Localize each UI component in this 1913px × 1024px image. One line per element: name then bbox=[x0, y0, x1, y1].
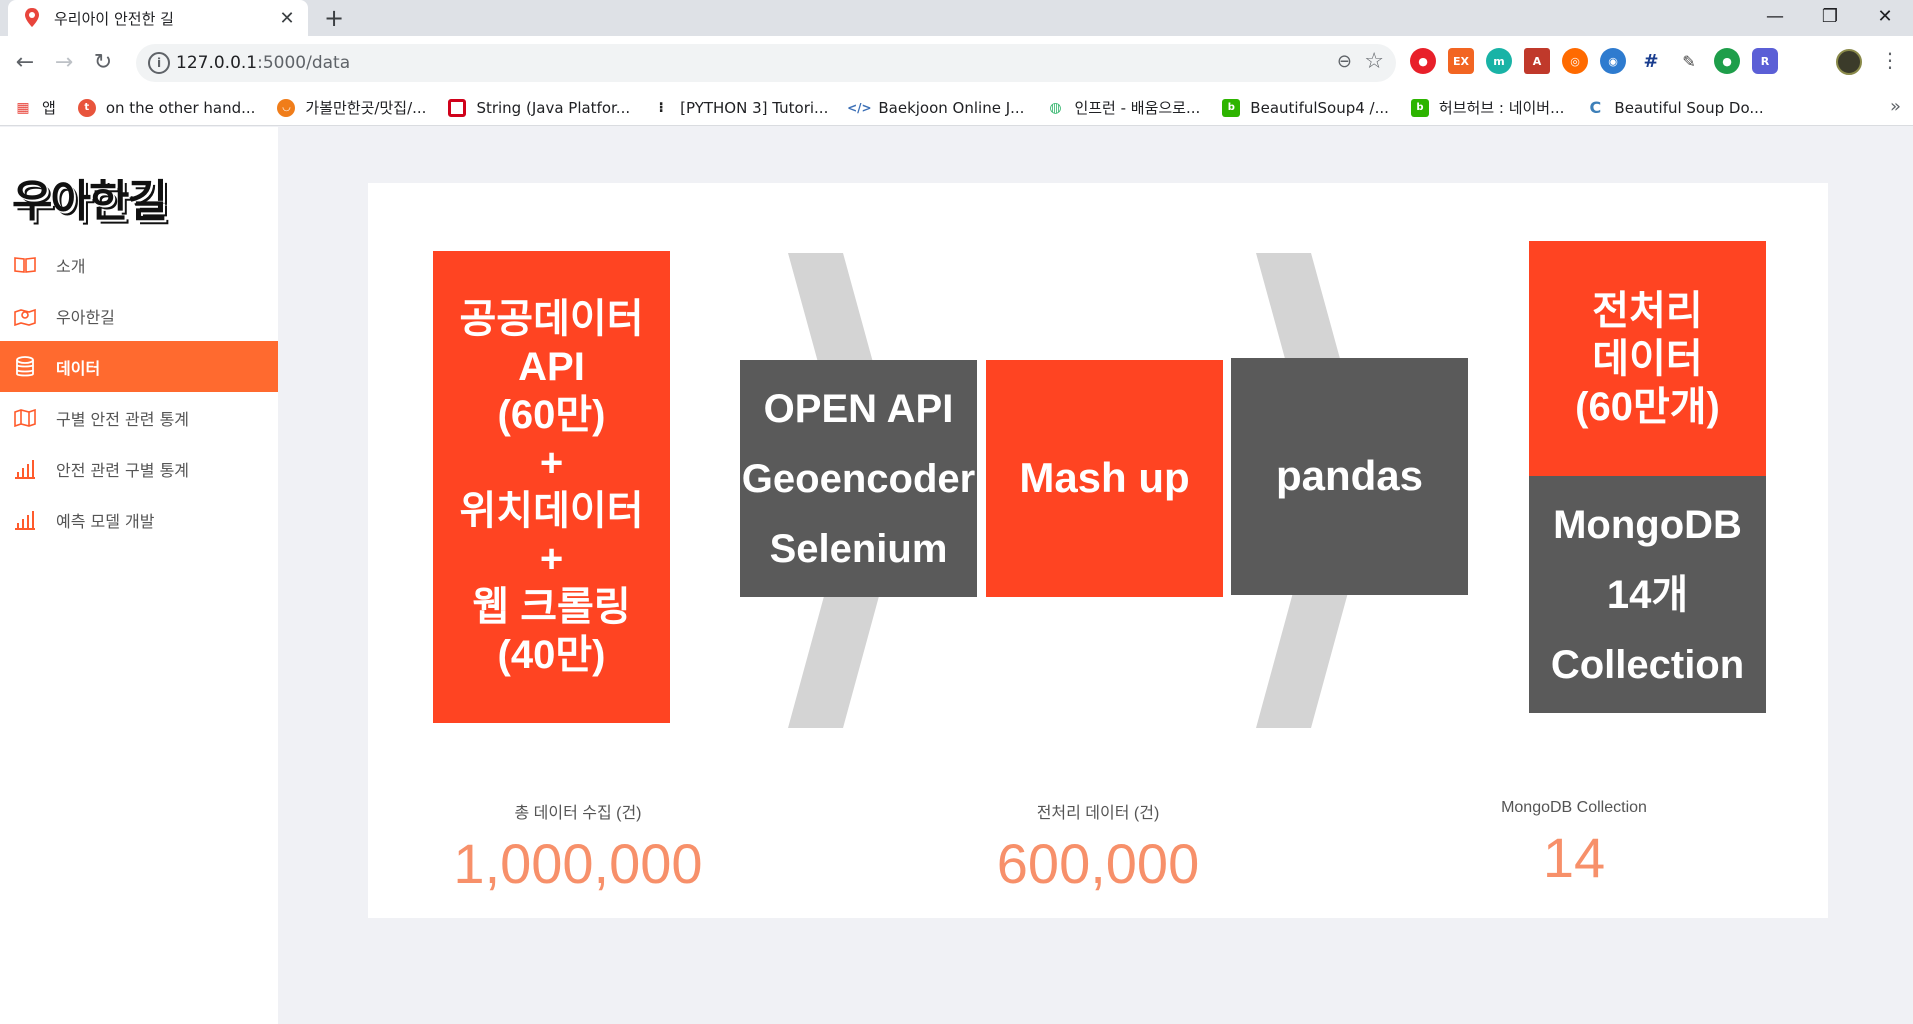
bookmark-item[interactable]: ▦ 앱 bbox=[14, 97, 55, 118]
minimize-icon[interactable]: — bbox=[1748, 0, 1802, 32]
bookmark-favicon-icon: ⁝ bbox=[658, 99, 664, 116]
blog-icon: b bbox=[1222, 98, 1241, 117]
browser-toolbar: ← → ↻ i 127.0.0.1:5000/data ⊖ ☆ ● EX m A… bbox=[0, 36, 1913, 90]
sidebar-item-intro[interactable]: 소개 bbox=[0, 239, 278, 290]
extension-chat-icon[interactable]: ● bbox=[1714, 48, 1740, 74]
bookmarks-overflow-icon[interactable]: » bbox=[1890, 96, 1901, 117]
extension-o-icon[interactable]: ◎ bbox=[1562, 48, 1588, 74]
stat-value: 600,000 bbox=[996, 832, 1200, 895]
bar-chart-icon bbox=[14, 509, 36, 531]
sidebar-item-data[interactable]: 데이터 bbox=[0, 341, 278, 392]
database-icon bbox=[14, 355, 36, 378]
extension-r-icon[interactable]: R bbox=[1752, 48, 1778, 74]
stat-value: 14 bbox=[1542, 826, 1606, 889]
stat-total-collected: 총 데이터 수집 (건) 1,000,000 bbox=[368, 799, 788, 896]
zoom-icon[interactable]: ⊖ bbox=[1337, 51, 1352, 72]
map-icon bbox=[14, 407, 36, 429]
stat-label: 전처리 데이터 (건) bbox=[1036, 805, 1160, 822]
book-icon bbox=[14, 254, 36, 276]
stat-mongodb-collections: MongoDB Collection 14 bbox=[1364, 799, 1784, 890]
window-close-icon[interactable]: ✕ bbox=[1858, 0, 1912, 32]
sidebar-item-safety-stats[interactable]: 안전 관련 구별 통계 bbox=[0, 443, 278, 494]
stat-label: MongoDB Collection bbox=[1501, 799, 1647, 816]
tab-title: 우리아이 안전한 길 bbox=[54, 9, 174, 28]
bookmark-item[interactable]: ◡ 가볼만한곳/맛집/... bbox=[277, 97, 426, 118]
bookmark-item[interactable]: String (Java Platfor... bbox=[448, 98, 630, 117]
site-logo[interactable]: 우아한길 bbox=[12, 165, 168, 229]
browser-tab-bar: 우리아이 안전한 길 ✕ + — ❐ ✕ bbox=[0, 0, 1913, 36]
sidebar-item-district-stats[interactable]: 구별 안전 관련 통계 bbox=[0, 392, 278, 443]
bookmark-favicon-icon: ◍ bbox=[1049, 99, 1062, 116]
profile-avatar[interactable] bbox=[1836, 49, 1862, 75]
bookmark-favicon-icon: C bbox=[1589, 98, 1602, 117]
bookmark-item[interactable]: t on the other hand... bbox=[77, 98, 255, 117]
pandas-box: pandas bbox=[1231, 358, 1468, 595]
sidebar-item-safe-route[interactable]: 우아한길 bbox=[0, 290, 278, 341]
sidebar-item-prediction-model[interactable]: 예측 모델 개발 bbox=[0, 494, 278, 545]
forward-icon[interactable]: → bbox=[49, 48, 79, 78]
extension-globe-icon[interactable]: ◉ bbox=[1600, 48, 1626, 74]
stat-value: 1,000,000 bbox=[453, 832, 703, 895]
bookmark-favicon-icon bbox=[448, 98, 467, 117]
extension-icons: ● EX m A ◎ ◉ # ✎ ● R bbox=[1410, 48, 1778, 74]
sidebar-menu: 소개 우아한길 데이터 구별 안전 관련 통계 안전 관련 구별 통계 예측 모… bbox=[0, 239, 278, 545]
bookmark-item[interactable]: ◍ 인프런 - 배움으로... bbox=[1046, 97, 1200, 118]
reload-icon[interactable]: ↻ bbox=[88, 48, 118, 78]
blog-icon: b bbox=[1410, 98, 1429, 117]
stat-preprocessed: 전처리 데이터 (건) 600,000 bbox=[888, 799, 1308, 896]
tab-close-icon[interactable]: ✕ bbox=[276, 8, 298, 29]
site-info-icon[interactable]: i bbox=[148, 52, 170, 74]
extension-pdf-icon[interactable]: A bbox=[1524, 48, 1550, 74]
extension-crop-icon[interactable]: # bbox=[1638, 48, 1664, 74]
map-pin-icon bbox=[14, 305, 36, 327]
extension-stop-icon[interactable]: ● bbox=[1410, 48, 1436, 74]
source-data-box: 공공데이터 API (60만) + 위치데이터 + 웹 크롤링 (40만) bbox=[433, 251, 670, 723]
extension-ex-icon[interactable]: EX bbox=[1448, 48, 1474, 74]
mongodb-box: MongoDB 14개 Collection bbox=[1529, 476, 1766, 713]
stat-label: 총 데이터 수집 (건) bbox=[514, 805, 642, 822]
new-tab-icon[interactable]: + bbox=[320, 4, 348, 32]
bookmark-item[interactable]: b BeautifulSoup4 /... bbox=[1222, 98, 1389, 117]
extension-m-icon[interactable]: m bbox=[1486, 48, 1512, 74]
restore-icon[interactable]: ❐ bbox=[1803, 0, 1857, 32]
preprocessed-data-box: 전처리 데이터 (60만개) bbox=[1529, 241, 1766, 476]
bookmark-star-icon[interactable]: ☆ bbox=[1364, 49, 1384, 74]
bookmark-item[interactable]: b 허브허브 : 네이버... bbox=[1410, 97, 1564, 118]
bookmark-favicon-icon: ◡ bbox=[277, 98, 296, 117]
mashup-box: Mash up bbox=[986, 360, 1223, 597]
browser-menu-icon[interactable]: ⋮ bbox=[1880, 48, 1900, 72]
bookmark-item[interactable]: </> Baekjoon Online J... bbox=[847, 99, 1024, 117]
bookmark-item[interactable]: C Beautiful Soup Do... bbox=[1586, 98, 1764, 117]
apps-grid-icon: ▦ bbox=[16, 99, 30, 116]
map-pin-favicon-icon bbox=[25, 8, 39, 27]
bookmarks-bar: ▦ 앱 t on the other hand... ◡ 가볼만한곳/맛집/..… bbox=[0, 90, 1913, 126]
address-bar[interactable]: i 127.0.0.1:5000/data ⊖ ☆ bbox=[136, 44, 1396, 82]
sidebar: 우아한길 소개 우아한길 데이터 구별 안전 관련 통계 안전 관련 구별 통계… bbox=[0, 127, 278, 1024]
bookmark-favicon-icon: t bbox=[77, 98, 96, 117]
code-icon: </> bbox=[847, 100, 872, 115]
bar-chart-icon bbox=[14, 458, 36, 480]
browser-tab[interactable]: 우리아이 안전한 길 ✕ bbox=[8, 0, 308, 36]
tools-box: OPEN API Geoencoder Selenium bbox=[740, 360, 977, 597]
bookmark-item[interactable]: ⁝ [PYTHON 3] Tutori... bbox=[652, 99, 828, 117]
back-icon[interactable]: ← bbox=[10, 48, 40, 78]
url-text[interactable]: 127.0.0.1:5000/data bbox=[176, 53, 350, 73]
data-pipeline-card: 공공데이터 API (60만) + 위치데이터 + 웹 크롤링 (40만) OP… bbox=[368, 183, 1828, 918]
extension-eyedropper-icon[interactable]: ✎ bbox=[1676, 48, 1702, 74]
